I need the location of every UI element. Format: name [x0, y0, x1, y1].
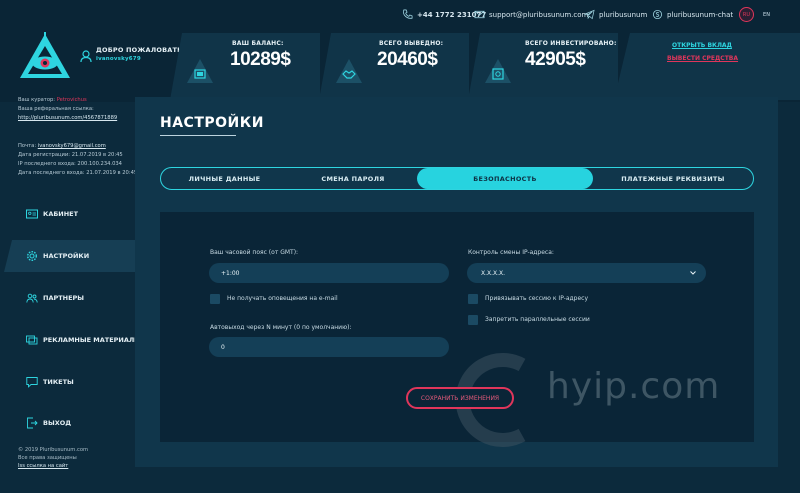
- chat-icon: [26, 377, 38, 388]
- curator-name[interactable]: Petrovichus: [57, 97, 87, 103]
- mail-icon: [474, 10, 485, 19]
- lang-en-button[interactable]: EN: [759, 7, 774, 22]
- eye-triangle-logo[interactable]: [18, 32, 72, 92]
- ref-link[interactable]: http://pluribusunum.com/4567871889: [18, 115, 117, 121]
- balance-label: ВАШ БАЛАНС:: [232, 40, 284, 47]
- mail-value[interactable]: ivanovsky679@gmail.com: [38, 143, 106, 149]
- invested-label: ВСЕГО ИНВЕСТИРОВАНО:: [525, 40, 617, 47]
- no-notify-label: Не получать оповещения на e-mail: [227, 295, 338, 302]
- tab-personal-data[interactable]: ЛИЧНЫЕ ДАННЫЕ: [161, 168, 288, 189]
- telegram-icon: [584, 9, 595, 20]
- made-by-link[interactable]: Iss ссылка на сайт: [18, 463, 68, 469]
- invested-tile: ВСЕГО ИНВЕСТИРОВАНО: 42905$: [468, 33, 618, 100]
- sidebar-item-label: НАСТРОЙКИ: [43, 252, 90, 260]
- lang-ru-button[interactable]: RU: [739, 7, 754, 22]
- page-title: НАСТРОЙКИ: [160, 115, 264, 131]
- sidebar-item-label: КАБИНЕТ: [43, 210, 79, 218]
- user-icon: [80, 50, 92, 63]
- title-underline: [160, 135, 236, 136]
- stats-bar: ДОБРО ПОЖАЛОВАТЬ, ivanovsky679 ВАШ БАЛАН…: [0, 30, 800, 102]
- gear-icon: [26, 250, 38, 262]
- balance-value: 10289$: [230, 49, 291, 70]
- layers-icon: [26, 335, 38, 345]
- sidebar-item-logout[interactable]: ВЫХОД: [0, 407, 130, 439]
- tab-change-password[interactable]: СМЕНА ПАРОЛЯ: [288, 168, 418, 189]
- bind-session-label: Привязывать сессию к IP-адресу: [485, 295, 589, 302]
- forbid-parallel-checkbox[interactable]: [468, 315, 478, 325]
- sidebar-item-settings[interactable]: НАСТРОЙКИ: [4, 240, 140, 272]
- autologout-input[interactable]: 0: [209, 337, 449, 357]
- withdraw-funds-link[interactable]: ВЫВЕСТИ СРЕДСТВА: [667, 55, 738, 62]
- telegram-contact[interactable]: pluribusunum: [584, 9, 647, 20]
- settings-tabs: ЛИЧНЫЕ ДАННЫЕ СМЕНА ПАРОЛЯ БЕЗОПАСНОСТЬ …: [160, 167, 754, 190]
- actions-tile: ОТКРЫТЬ ВКЛАД ВЫВЕСТИ СРЕДСТВА: [614, 33, 800, 100]
- username: ivanovsky679: [96, 56, 141, 62]
- timezone-input[interactable]: +1:00: [209, 263, 449, 283]
- no-notify-checkbox[interactable]: [210, 294, 220, 304]
- logout-icon: [27, 417, 38, 429]
- invested-value: 42905$: [525, 49, 586, 70]
- save-changes-button[interactable]: СОХРАНИТЬ ИЗМЕНЕНИЯ: [406, 387, 514, 409]
- last-login-line: Дата последнего входа: 21.07.2019 в 20:4…: [18, 170, 138, 176]
- skype-icon: [652, 9, 663, 20]
- users-icon: [26, 293, 38, 303]
- ip-control-value: X.X.X.X.: [481, 269, 506, 277]
- balance-tile: ВАШ БАЛАНС: 10289$: [170, 33, 320, 100]
- curator-line: Ваш куратор: Petrovichus: [18, 97, 87, 103]
- sidebar-item-partners[interactable]: ПАРТНЕРЫ: [0, 282, 130, 314]
- telegram-text: pluribusunum: [599, 10, 648, 19]
- email-text: support@pluribusunum.com: [489, 10, 589, 19]
- bind-session-checkbox[interactable]: [468, 294, 478, 304]
- phone-icon: [403, 9, 413, 19]
- tab-security[interactable]: БЕЗОПАСНОСТЬ: [417, 168, 593, 189]
- ip-control-select[interactable]: X.X.X.X.: [467, 263, 706, 283]
- tab-payment-details[interactable]: ПЛАТЕЖНЫЕ РЕКВИЗИТЫ: [593, 168, 753, 189]
- sidebar-item-label: ПАРТНЕРЫ: [43, 294, 85, 302]
- ip-control-label: Контроль смены IP-адреса:: [468, 249, 554, 256]
- sidebar-item-promo[interactable]: РЕКЛАМНЫЕ МАТЕРИАЛЫ: [0, 324, 141, 356]
- open-deposit-link[interactable]: ОТКРЫТЬ ВКЛАД: [672, 42, 732, 49]
- sidebar-item-label: ВЫХОД: [43, 419, 72, 427]
- welcome-text: ДОБРО ПОЖАЛОВАТЬ,: [96, 46, 185, 54]
- watermark-text: hyip.com: [547, 366, 721, 407]
- sidebar-item-label: РЕКЛАМНЫЕ МАТЕРИАЛЫ: [43, 336, 142, 344]
- id-card-icon: [26, 209, 38, 219]
- reg-line: Дата регистрации: 21.07.2019 в 20:45: [18, 152, 123, 158]
- copyright: © 2019 Pluribusunum.com: [18, 447, 89, 453]
- withdrawn-label: ВСЕГО ВЫВЕДНО:: [379, 40, 444, 47]
- mail-line: Почта: ivanovsky679@gmail.com: [18, 143, 106, 149]
- handshake-icon: [336, 59, 362, 83]
- forbid-parallel-label: Запретить параллельные сессии: [485, 316, 590, 323]
- autologout-label: Автовыход через N минут (0 по умолчанию)…: [210, 324, 352, 331]
- sidebar-item-tickets[interactable]: ТИКЕТЫ: [0, 366, 130, 398]
- withdrawn-value: 20460$: [377, 49, 438, 70]
- safe-icon: [485, 59, 511, 83]
- skype-text: pluribusunum-chat: [667, 10, 734, 19]
- skype-contact[interactable]: pluribusunum-chat: [652, 9, 733, 20]
- sidebar-item-cabinet[interactable]: КАБИНЕТ: [0, 198, 130, 230]
- rights-text: Все права защищены: [18, 455, 77, 461]
- top-bar: +44 1772 231077 support@pluribusunum.com…: [0, 0, 800, 30]
- withdrawn-tile: ВСЕГО ВЫВЕДНО: 20460$: [319, 33, 469, 100]
- chevron-down-icon: [690, 271, 696, 275]
- timezone-label: Ваш часовой пояс (от GMT):: [210, 249, 299, 256]
- sidebar-item-label: ТИКЕТЫ: [43, 378, 74, 386]
- ref-label: Ваша реферальная ссылка:: [18, 106, 94, 112]
- ip-line: IP последнего входа: 200.100.234.034: [18, 161, 122, 167]
- email-contact[interactable]: support@pluribusunum.com: [474, 9, 588, 20]
- wallet-icon: [187, 59, 213, 83]
